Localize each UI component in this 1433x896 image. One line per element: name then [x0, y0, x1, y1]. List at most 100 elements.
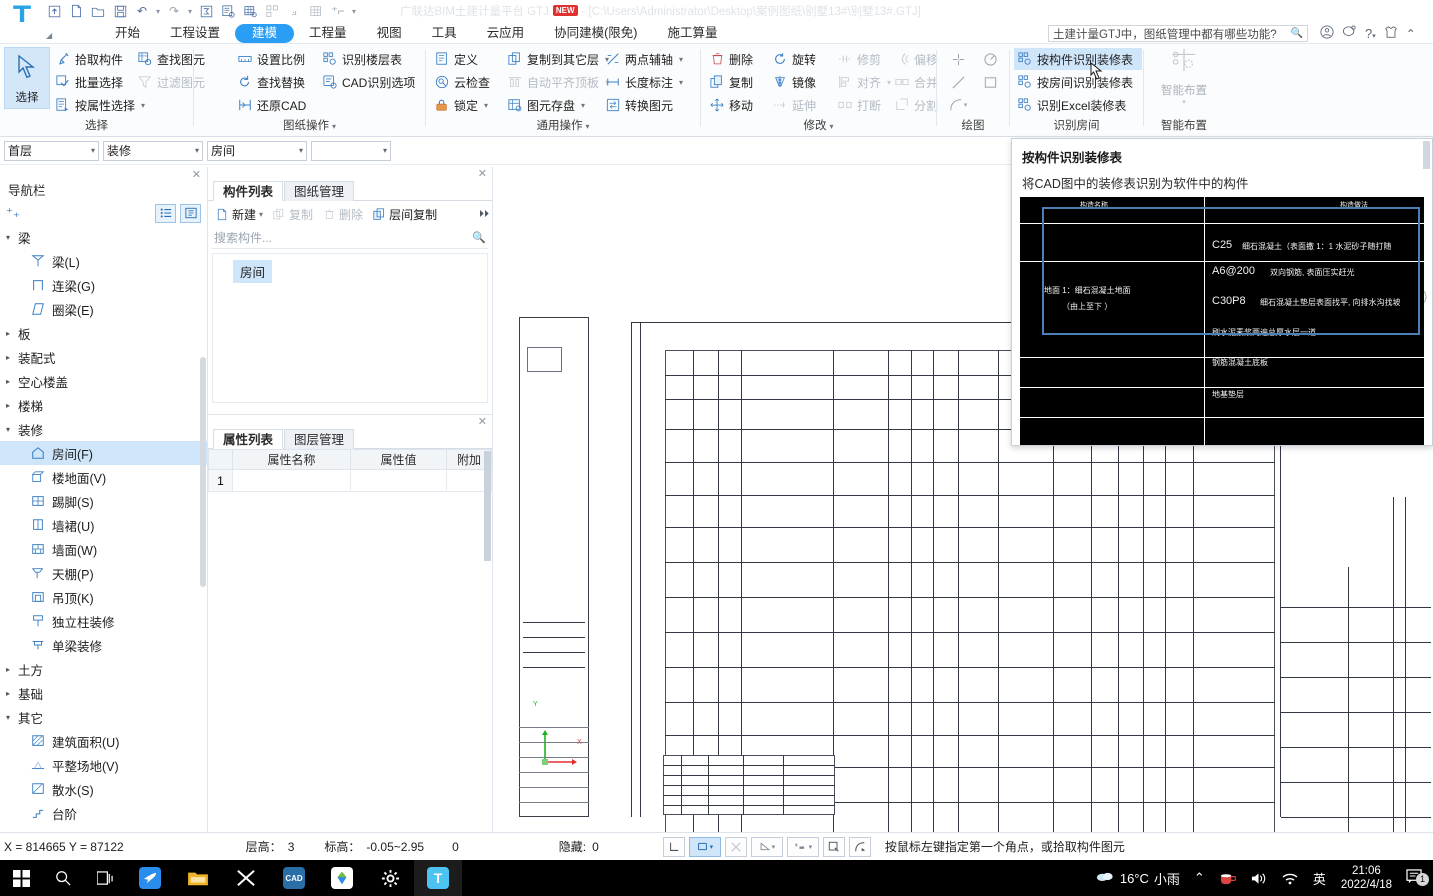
- tree-node-hollow-floor[interactable]: ▸ 空心楼盖: [0, 369, 207, 393]
- group-expand-icon[interactable]: ▾: [585, 122, 589, 131]
- tree-leaf-beam-l[interactable]: 梁(L): [0, 249, 207, 273]
- component-type-selector[interactable]: 房间 ▾: [207, 140, 307, 161]
- clock-widget[interactable]: 21:06 2022/4/18: [1333, 864, 1400, 892]
- grid-icon[interactable]: [306, 2, 326, 20]
- cross-snap-icon[interactable]: [724, 836, 747, 857]
- ribbon-item-cloud-check[interactable]: 云检查: [431, 71, 493, 93]
- nav-scrollbar-thumb[interactable]: [200, 357, 206, 587]
- table-icon[interactable]: [240, 2, 260, 20]
- tree-leaf-suspended-ceiling[interactable]: 吊顶(K): [0, 585, 207, 609]
- add-node-icon[interactable]: ⁺₊: [6, 205, 20, 221]
- category-selector[interactable]: 装修 ▾: [103, 140, 203, 161]
- line-icon[interactable]: [945, 71, 971, 93]
- ribbon-item-delete[interactable]: 删除: [706, 48, 756, 70]
- tab-property-list[interactable]: 属性列表: [213, 429, 284, 449]
- tab-start[interactable]: 开始: [100, 23, 155, 43]
- ribbon-item-copy[interactable]: 复制: [706, 71, 756, 93]
- chevron-down-icon[interactable]: ▾: [85, 146, 95, 155]
- tab-construction-quantity[interactable]: 施工算量: [652, 23, 732, 43]
- ribbon-item-lock[interactable]: 锁定 ▾: [431, 94, 491, 116]
- ribbon-item-cad-options[interactable]: CAD识别选项: [319, 71, 418, 93]
- tab-tools[interactable]: 工具: [417, 23, 472, 43]
- tree-leaf-building-area[interactable]: 建筑面积(U): [0, 729, 207, 753]
- save-icon[interactable]: [110, 2, 130, 20]
- select-tool-button[interactable]: 选择: [4, 47, 50, 109]
- search-input[interactable]: 土建计量GTJ中，图纸管理中都有哪些功能? 🔍: [1048, 25, 1308, 42]
- tab-quantity[interactable]: 工程量: [294, 23, 362, 43]
- upload-icon[interactable]: [44, 2, 64, 20]
- table-row[interactable]: 1: [208, 469, 492, 492]
- arc-icon[interactable]: [945, 94, 971, 116]
- ribbon-item-pick-component[interactable]: 拾取构件: [52, 48, 126, 70]
- ribbon-item-mirror[interactable]: 镜像: [769, 71, 819, 93]
- ribbon-item-align[interactable]: 对齐 ▾: [834, 71, 894, 93]
- ribbon-item-set-scale[interactable]: 设置比例: [234, 48, 308, 70]
- tree-leaf-steps[interactable]: 台阶: [0, 801, 207, 825]
- notification-center-button[interactable]: 1: [1400, 868, 1433, 888]
- arc-draw-icon[interactable]: [848, 836, 871, 857]
- taskbar-app-capcut[interactable]: [222, 860, 270, 896]
- chevron-down-icon[interactable]: ▾: [679, 55, 683, 64]
- ribbon-item-recognize-by-component[interactable]: 按构件识别装修表: [1014, 48, 1142, 70]
- ribbon-item-restore-cad[interactable]: 还原CAD: [234, 94, 309, 116]
- tree-leaf-floor-surface[interactable]: 楼地面(V): [0, 465, 207, 489]
- rectangle-icon[interactable]: [977, 71, 1003, 93]
- ribbon-item-break[interactable]: 打断: [834, 94, 884, 116]
- component-name-selector[interactable]: ▾: [311, 140, 391, 161]
- tree-leaf-site-leveling[interactable]: 平整场地(V): [0, 753, 207, 777]
- undo-dropdown-icon[interactable]: ▾: [154, 7, 162, 16]
- cell-property-name[interactable]: [232, 469, 351, 492]
- select-region-icon[interactable]: [822, 836, 845, 857]
- tree-leaf-wall-surface[interactable]: 墙面(W): [0, 537, 207, 561]
- search-icon[interactable]: 🔍: [472, 231, 486, 244]
- chevron-down-icon[interactable]: ▾: [259, 210, 263, 219]
- smart-layout-button[interactable]: 智能布置 ▾: [1152, 47, 1216, 109]
- collapse-caret-icon[interactable]: ▸: [6, 689, 18, 698]
- weather-widget[interactable]: 16°C 小雨: [1089, 869, 1187, 888]
- shirt-icon[interactable]: [1384, 25, 1398, 42]
- ribbon-item-two-point-axis[interactable]: 两点辅轴 ▾: [602, 48, 686, 70]
- undo-icon[interactable]: ↶: [132, 2, 152, 20]
- group-expand-icon[interactable]: ▾: [332, 122, 336, 131]
- volume-icon[interactable]: [1243, 871, 1274, 886]
- tab-layer-management[interactable]: 图层管理: [284, 429, 355, 449]
- tab-component-list[interactable]: 构件列表: [213, 181, 284, 201]
- tree-leaf-room[interactable]: 房间(F): [0, 441, 207, 465]
- component-search-input[interactable]: 搜索构件... 🔍: [212, 227, 488, 249]
- ribbon-item-rotate[interactable]: 旋转: [769, 48, 819, 70]
- tree-node-slab[interactable]: ▸ 板: [0, 321, 207, 345]
- taskbar-app-file-explorer[interactable]: [174, 860, 222, 896]
- ribbon-item-recognize-floor-table[interactable]: 识别楼层表: [319, 48, 405, 70]
- ribbon-item-copy-to-layer[interactable]: 复制到其它层 ▾: [504, 48, 612, 70]
- tree-node-prefab[interactable]: ▸ 装配式: [0, 345, 207, 369]
- chart-icon[interactable]: [262, 2, 282, 20]
- ribbon-item-batch-select[interactable]: 批量选择: [52, 71, 126, 93]
- taskbar-app-settings[interactable]: [366, 860, 414, 896]
- qat-more-icon[interactable]: ▾: [350, 7, 358, 16]
- ribbon-item-find-replace[interactable]: 查找替换: [234, 71, 308, 93]
- chevron-down-icon[interactable]: ▾: [1182, 98, 1186, 106]
- windows-start-icon[interactable]: [0, 860, 42, 896]
- sum-icon[interactable]: [196, 2, 216, 20]
- tab-modeling[interactable]: 建模: [235, 23, 295, 43]
- collapse-caret-icon[interactable]: ▸: [6, 377, 18, 386]
- rect-snap-icon[interactable]: ▾: [688, 836, 721, 857]
- property-scrollbar-thumb[interactable]: [484, 451, 491, 561]
- angle-snap-icon[interactable]: ▾: [750, 836, 783, 857]
- ribbon-item-move[interactable]: 移动: [706, 94, 756, 116]
- tea-icon[interactable]: [1212, 871, 1243, 886]
- collapse-caret-icon[interactable]: ▸: [6, 665, 18, 674]
- tree-node-decoration[interactable]: ▾ 装修: [0, 417, 207, 441]
- taskbar-app-gtj[interactable]: T: [414, 860, 462, 896]
- ribbon-item-recognize-excel[interactable]: 识别Excel装修表: [1014, 94, 1129, 116]
- tray-chevron-icon[interactable]: ⌃: [1187, 870, 1212, 886]
- redo-icon[interactable]: ↷: [164, 2, 184, 20]
- ribbon-item-element-save[interactable]: 图元存盘 ▾: [504, 94, 588, 116]
- tree-node-other[interactable]: ▾ 其它: [0, 705, 207, 729]
- close-icon[interactable]: ✕: [192, 168, 201, 181]
- ribbon-item-select-by-property[interactable]: 按属性选择 ▾: [52, 94, 148, 116]
- ribbon-item-merge[interactable]: 合并: [891, 71, 941, 93]
- expand-caret-icon[interactable]: ▾: [6, 713, 18, 722]
- search-icon[interactable]: [42, 860, 84, 896]
- tab-view[interactable]: 视图: [362, 23, 417, 43]
